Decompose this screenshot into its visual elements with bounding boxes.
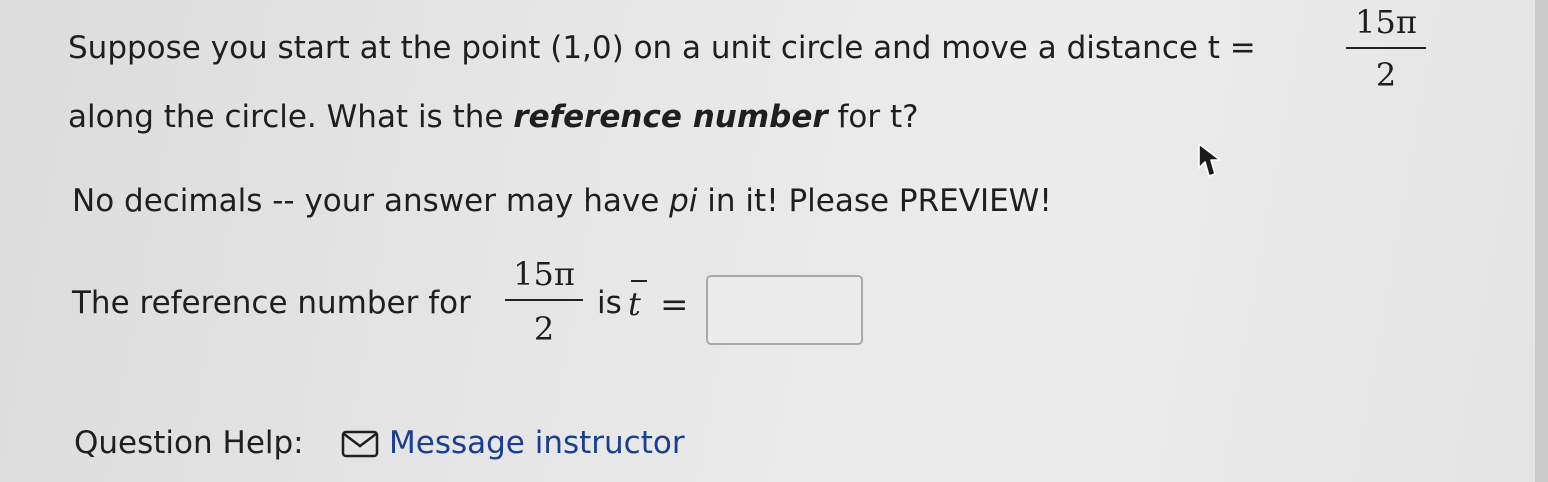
question-text-part: for t? (827, 99, 919, 135)
answer-input[interactable] (706, 275, 863, 345)
reference-number-emphasis: reference number (513, 99, 828, 135)
mouse-pointer-icon (1195, 141, 1223, 179)
window-edge (1535, 0, 1548, 482)
envelope-icon (341, 430, 379, 458)
question-text-line2: along the circle. What is the reference … (68, 102, 919, 133)
pi-emphasis: pi (669, 183, 698, 219)
instructions-text: No decimals -- your answer may have pi i… (72, 186, 1052, 217)
fraction-denominator: 2 (1375, 56, 1397, 94)
distance-fraction: 15π 2 (1346, 6, 1426, 91)
answer-prompt-text: The reference number for (72, 285, 471, 321)
question-text-line1: Suppose you start at the point (1,0) on … (68, 30, 1256, 66)
message-instructor-link[interactable]: Message instructor (341, 428, 685, 459)
instructions-part: No decimals -- your answer may have (72, 183, 670, 219)
question-help-label: Question Help: (74, 425, 304, 461)
message-instructor-label: Message instructor (389, 425, 685, 461)
t-bar-overline (631, 280, 647, 282)
instructions-part: in it! Please PREVIEW! (697, 183, 1052, 219)
question-text-part: along the circle. What is the (68, 99, 514, 135)
fraction-denominator: 2 (533, 310, 555, 348)
is-label: is (597, 285, 622, 321)
prompt-fraction: 15π 2 (505, 258, 583, 345)
equals-sign: = (660, 285, 689, 325)
fraction-numerator: 15π (1355, 3, 1417, 41)
fraction-numerator: 15π (513, 255, 575, 293)
t-bar-variable: t (628, 285, 641, 323)
